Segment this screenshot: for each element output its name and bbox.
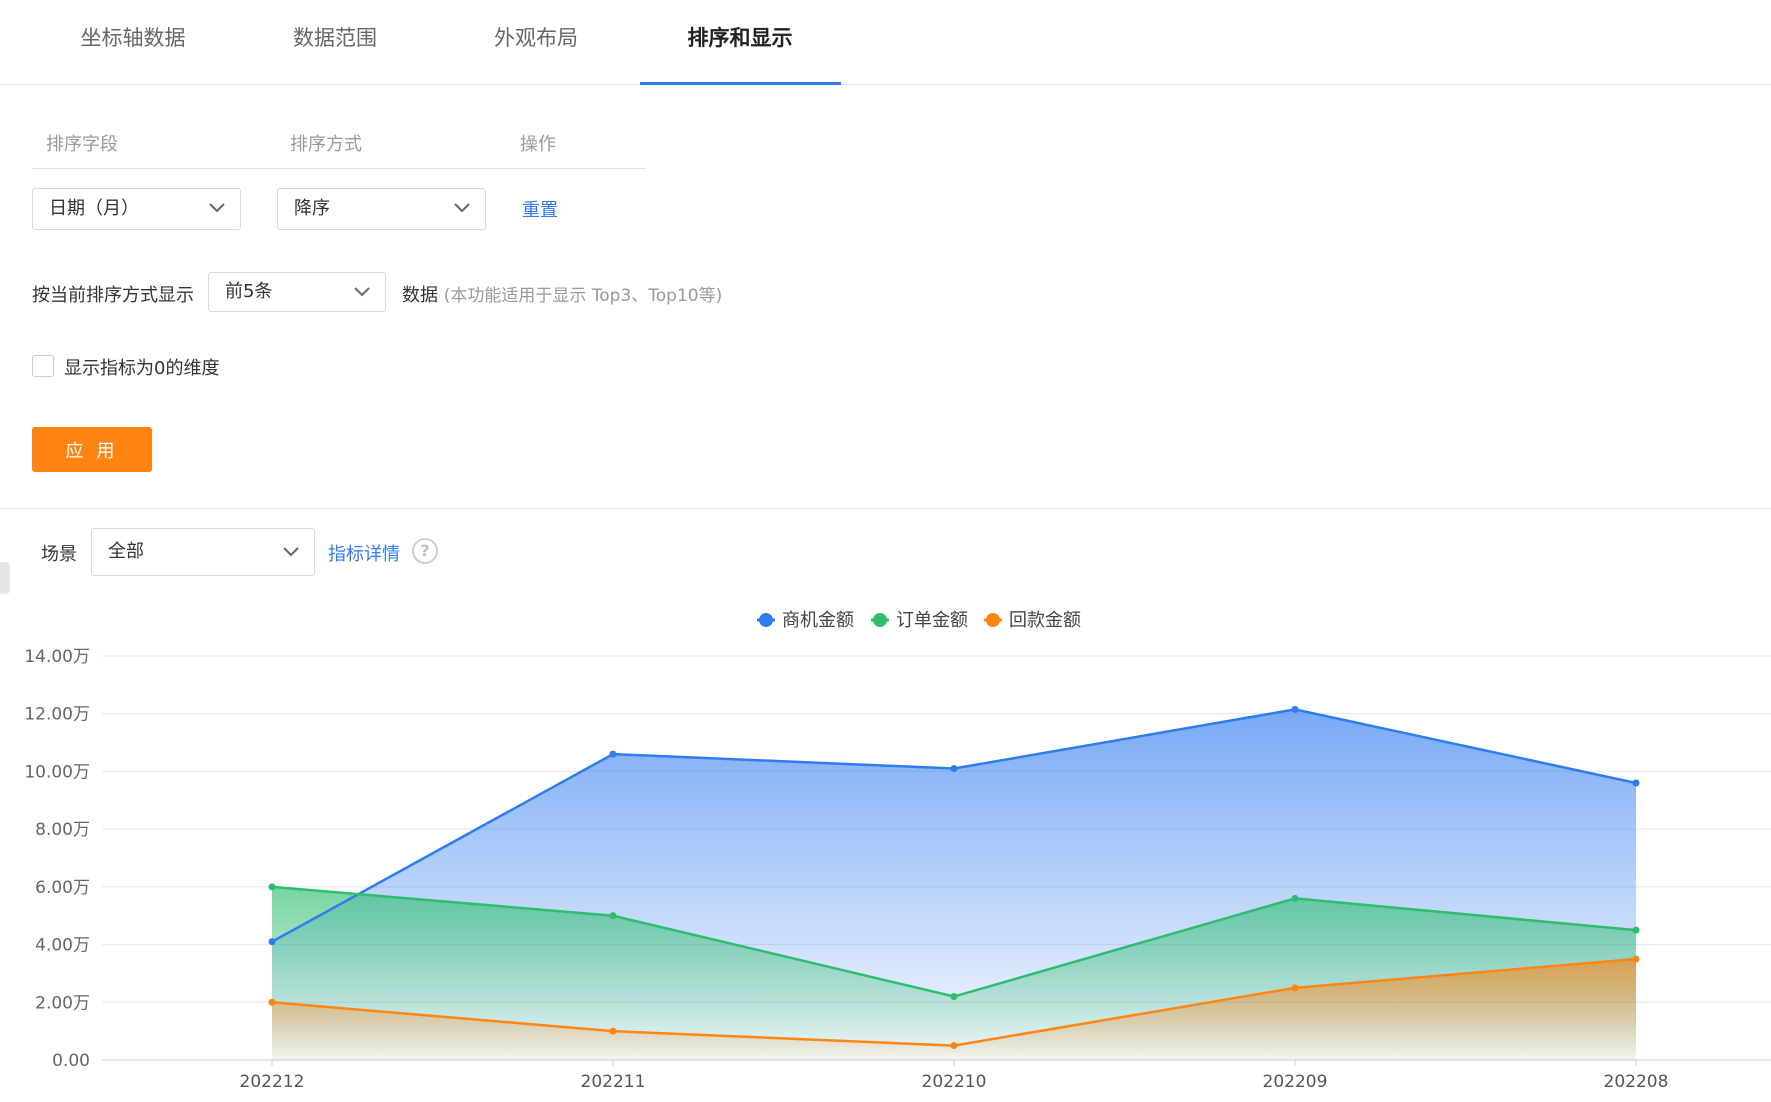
area-chart: 0.00 2.00万 4.00万 6.00万 8.00万 10.00万 12.00万 14.0… [24, 610, 1771, 1092]
sort-table-header: 排序字段 排序方式 操作 [32, 122, 646, 169]
scene-value: 全部 [108, 541, 144, 562]
data-point [1291, 984, 1299, 992]
sort-field-select[interactable]: 日期（月） [32, 188, 241, 230]
chevron-down-icon [454, 203, 470, 213]
y-tick-label: 6.00万 [35, 878, 90, 898]
data-point [268, 938, 276, 946]
display-prefix-label: 按当前排序方式显示 [32, 285, 194, 306]
data-point [268, 883, 276, 891]
tab-appearance-layout[interactable]: 外观布局 [436, 0, 636, 85]
display-suffix: 数据 [402, 285, 438, 306]
display-count-select[interactable]: 前5条 [208, 272, 386, 312]
chevron-down-icon [209, 203, 225, 213]
help-icon[interactable]: ? [412, 538, 438, 564]
data-point [950, 993, 958, 1001]
y-tick-label: 2.00万 [35, 993, 90, 1013]
legend-marker [759, 613, 773, 627]
display-count-value: 前5条 [225, 281, 273, 302]
sort-method-value: 降序 [294, 198, 330, 219]
reset-link[interactable]: 重置 [522, 196, 558, 222]
show-zero-label: 显示指标为0的维度 [64, 358, 220, 379]
legend-label: 订单金额 [896, 610, 968, 631]
sort-field-value: 日期（月） [49, 198, 139, 219]
data-point [609, 912, 617, 920]
sort-method-select[interactable]: 降序 [277, 188, 486, 230]
scene-select[interactable]: 全部 [91, 528, 315, 576]
x-tick-label: 202208 [1604, 1072, 1669, 1092]
tab-bar: 坐标轴数据 数据范围 外观布局 排序和显示 [0, 0, 1771, 85]
legend-marker [986, 613, 1000, 627]
data-point [1632, 779, 1640, 787]
display-suffix-label: 数据 (本功能适用于显示 Top3、Top10等) [402, 281, 722, 307]
action-header: 操作 [520, 134, 556, 155]
display-hint: (本功能适用于显示 Top3、Top10等) [443, 286, 723, 306]
y-tick-label: 8.00万 [35, 820, 90, 840]
data-point [1291, 705, 1299, 713]
x-tick-label: 202212 [240, 1072, 305, 1092]
tab-axis-data[interactable]: 坐标轴数据 [33, 0, 233, 85]
metric-details-link[interactable]: 指标详情 [328, 540, 400, 566]
data-point [268, 998, 276, 1006]
y-tick-label: 0.00 [52, 1051, 90, 1071]
chevron-down-icon [354, 287, 370, 297]
section-divider [0, 508, 1771, 509]
data-point [609, 1027, 617, 1035]
legend-marker [873, 613, 887, 627]
tab-sort-display[interactable]: 排序和显示 [640, 0, 840, 85]
sort-method-header: 排序方式 [290, 134, 362, 155]
y-tick-label: 12.00万 [24, 705, 90, 725]
active-tab-indicator [640, 82, 841, 85]
y-tick-label: 14.00万 [24, 647, 90, 667]
show-zero-checkbox[interactable] [32, 355, 54, 377]
tab-data-range[interactable]: 数据范围 [235, 0, 435, 85]
legend-label: 回款金额 [1009, 610, 1081, 631]
legend-label: 商机金额 [782, 610, 854, 631]
chevron-down-icon [283, 547, 299, 557]
y-tick-label: 10.00万 [24, 762, 90, 782]
x-tick-label: 202210 [922, 1072, 987, 1092]
y-tick-label: 4.00万 [35, 936, 90, 956]
data-point [950, 1042, 958, 1050]
sort-field-header: 排序字段 [46, 134, 118, 155]
x-tick-label: 202211 [581, 1072, 646, 1092]
data-point [609, 750, 617, 758]
data-point [1632, 926, 1640, 934]
data-point [1291, 894, 1299, 902]
scene-label: 场景 [41, 544, 77, 565]
data-point [1632, 955, 1640, 963]
data-point [950, 765, 958, 773]
x-tick-label: 202209 [1263, 1072, 1328, 1092]
apply-button[interactable]: 应 用 [32, 427, 152, 472]
